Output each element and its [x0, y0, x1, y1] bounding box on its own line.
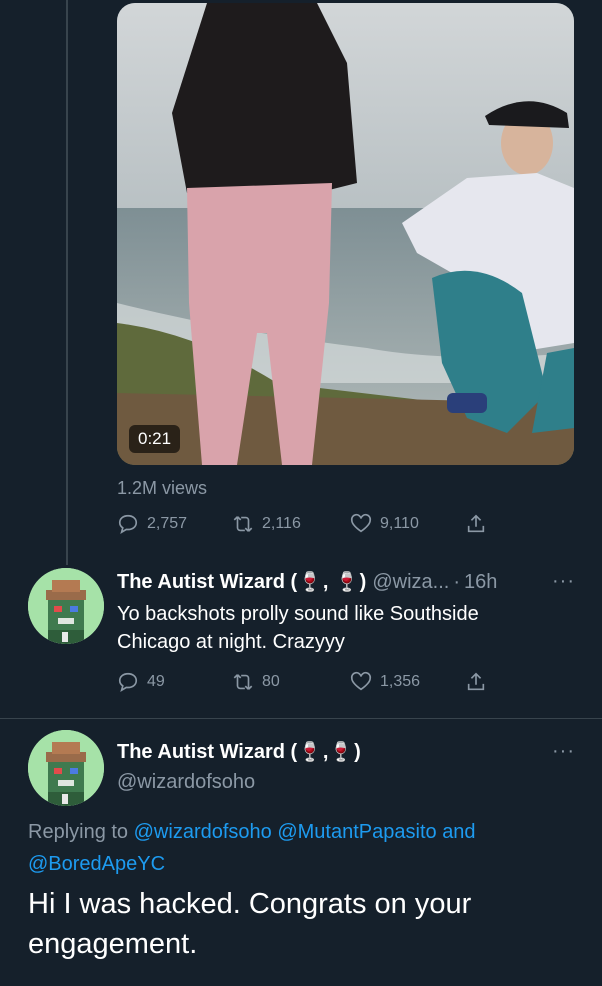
- wine-glass-icon: 🍷: [334, 572, 359, 593]
- dot-separator: ·: [453, 570, 460, 593]
- retweet-count: 2,116: [262, 515, 301, 532]
- avatar[interactable]: [28, 730, 104, 806]
- wizard-avatar-image: [28, 730, 104, 806]
- reply-icon: [118, 514, 138, 535]
- retweet-count: 80: [262, 673, 280, 690]
- retweet-icon: [233, 516, 253, 532]
- heart-icon: [350, 513, 372, 533]
- more-options-icon[interactable]: ···: [552, 740, 575, 763]
- like-count: 1,356: [380, 673, 421, 690]
- user-handle[interactable]: @wiza...: [372, 571, 449, 594]
- video-frame: [117, 3, 574, 465]
- like-count: 9,110: [380, 515, 419, 532]
- like-action[interactable]: 1,356: [350, 671, 420, 693]
- reply-count: 49: [147, 673, 165, 690]
- wine-glass-icon: 🍷: [298, 572, 322, 593]
- heart-icon: [350, 671, 372, 691]
- reply1-text: Yo backshots prolly sound like Southside…: [117, 603, 479, 653]
- divider: [0, 718, 602, 719]
- wine-glass-icon: 🍷: [298, 742, 322, 763]
- reply-action[interactable]: 49: [117, 671, 165, 693]
- reply1-action-bar: 49 80 1,356: [117, 670, 517, 694]
- reply-icon: [118, 672, 138, 693]
- reply1-header: The Autist Wizard (🍷, 🍷) @wiza... · 16h: [117, 570, 497, 594]
- avatar[interactable]: [28, 568, 104, 644]
- replying-to: Replying to @wizardofsoho @MutantPapasit…: [28, 821, 476, 875]
- share-icon: [467, 672, 485, 691]
- wine-glass-icon: 🍷: [329, 742, 354, 763]
- more-options-icon[interactable]: ···: [552, 570, 575, 593]
- retweet-action[interactable]: 2,116: [232, 513, 301, 535]
- share-action[interactable]: [465, 513, 487, 535]
- mention-link[interactable]: @BoredApeYC: [28, 853, 165, 875]
- retweet-icon: [233, 674, 253, 690]
- timestamp[interactable]: 16h: [464, 571, 497, 594]
- tweet-action-bar: 2,757 2,116 9,110: [117, 512, 517, 536]
- user-handle[interactable]: @wizardofsoho: [117, 768, 255, 796]
- view-count: 1.2M views: [117, 478, 208, 498]
- display-name[interactable]: The Autist Wizard (🍷, 🍷): [117, 570, 366, 594]
- video-player[interactable]: 0:21: [117, 3, 574, 465]
- share-action[interactable]: [465, 671, 487, 693]
- reply-action[interactable]: 2,757: [117, 513, 187, 535]
- retweet-action[interactable]: 80: [232, 671, 280, 693]
- wizard-avatar-image: [28, 568, 104, 644]
- mention-link[interactable]: @wizardofsoho: [134, 821, 272, 843]
- display-name[interactable]: The Autist Wizard (🍷, 🍷): [117, 740, 361, 764]
- thread-connector-line: [66, 0, 68, 565]
- tweet-text: Hi I was hacked. Congrats on your engage…: [28, 888, 472, 960]
- share-icon: [467, 514, 485, 533]
- video-duration: 0:21: [129, 425, 181, 453]
- mention-link[interactable]: @MutantPapasito: [277, 821, 436, 843]
- reply-count: 2,757: [147, 515, 188, 532]
- like-action[interactable]: 9,110: [350, 513, 419, 535]
